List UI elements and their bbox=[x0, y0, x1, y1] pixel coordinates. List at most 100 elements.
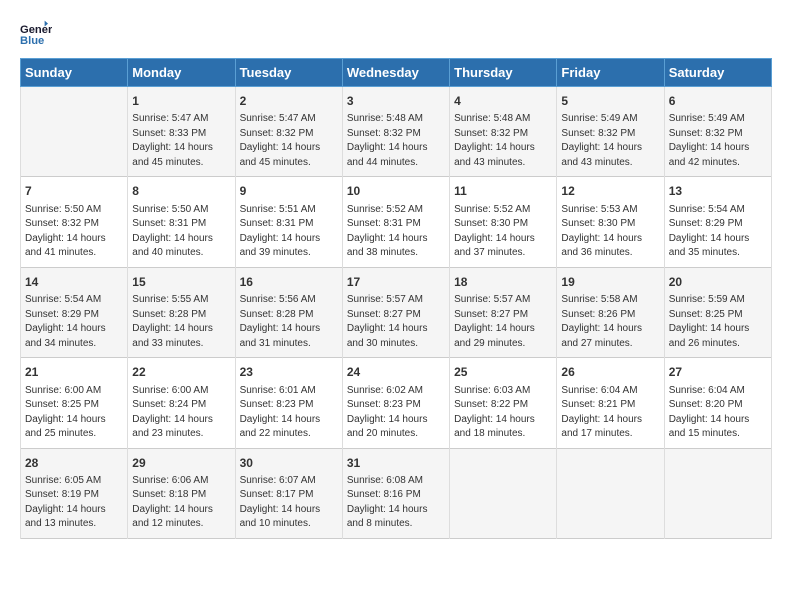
day-info: Sunrise: 5:56 AM Sunset: 8:28 PM Dayligh… bbox=[240, 293, 338, 351]
day-info: Sunrise: 5:50 AM Sunset: 8:32 PM Dayligh… bbox=[25, 203, 123, 261]
calendar-cell: 6 Sunrise: 5:49 AM Sunset: 8:32 PM Daylig… bbox=[664, 87, 771, 177]
calendar-cell: 15Sunrise: 5:55 AM Sunset: 8:28 PM Dayli… bbox=[128, 267, 235, 357]
calendar-cell: 11Sunrise: 5:52 AM Sunset: 8:30 PM Dayli… bbox=[450, 177, 557, 267]
day-number: 5 bbox=[561, 93, 659, 110]
calendar-cell bbox=[557, 448, 664, 538]
day-number: 25 bbox=[454, 364, 552, 381]
day-info: Sunrise: 5:50 AM Sunset: 8:31 PM Dayligh… bbox=[132, 203, 230, 261]
calendar-cell: 1 Sunrise: 5:47 AM Sunset: 8:33 PM Daylig… bbox=[128, 87, 235, 177]
day-info: Sunrise: 6:06 AM Sunset: 8:18 PM Dayligh… bbox=[132, 474, 230, 532]
day-info: Sunrise: 5:49 AM Sunset: 8:32 PM Dayligh… bbox=[561, 112, 659, 170]
logo: General Blue bbox=[20, 20, 56, 48]
calendar-cell: 24 Sunrise: 6:02 AM Sunset: 8:23 PM Dayli… bbox=[342, 358, 449, 448]
day-info: Sunrise: 5:54 AM Sunset: 8:29 PM Dayligh… bbox=[25, 293, 123, 351]
day-info: Sunrise: 6:01 AM Sunset: 8:23 PM Dayligh… bbox=[240, 384, 338, 442]
day-number: 7 bbox=[25, 183, 123, 200]
day-header-monday: Monday bbox=[128, 59, 235, 87]
calendar-cell: 7 Sunrise: 5:50 AM Sunset: 8:32 PM Daylig… bbox=[21, 177, 128, 267]
day-number: 30 bbox=[240, 455, 338, 472]
calendar-cell: 14 Sunrise: 5:54 AM Sunset: 8:29 PM Dayli… bbox=[21, 267, 128, 357]
calendar-cell: 4 Sunrise: 5:48 AM Sunset: 8:32 PM Daylig… bbox=[450, 87, 557, 177]
calendar-cell: 8 Sunrise: 5:50 AM Sunset: 8:31 PM Daylig… bbox=[128, 177, 235, 267]
calendar-cell: 20 Sunrise: 5:59 AM Sunset: 8:25 PM Dayli… bbox=[664, 267, 771, 357]
day-number: 10 bbox=[347, 183, 445, 200]
calendar-cell: 28Sunrise: 6:05 AM Sunset: 8:19 PM Dayli… bbox=[21, 448, 128, 538]
day-header-thursday: Thursday bbox=[450, 59, 557, 87]
day-header-saturday: Saturday bbox=[664, 59, 771, 87]
day-info: Sunrise: 5:57 AM Sunset: 8:27 PM Dayligh… bbox=[347, 293, 445, 351]
day-number: 14 bbox=[25, 274, 123, 291]
day-info: Sunrise: 6:07 AM Sunset: 8:17 PM Dayligh… bbox=[240, 474, 338, 532]
day-header-tuesday: Tuesday bbox=[235, 59, 342, 87]
calendar-cell bbox=[450, 448, 557, 538]
calendar-cell: 27 Sunrise: 6:04 AM Sunset: 8:20 PM Dayli… bbox=[664, 358, 771, 448]
day-info: Sunrise: 5:58 AM Sunset: 8:26 PM Dayligh… bbox=[561, 293, 659, 351]
day-info: Sunrise: 6:04 AM Sunset: 8:20 PM Dayligh… bbox=[669, 384, 767, 442]
day-number: 27 bbox=[669, 364, 767, 381]
day-info: Sunrise: 5:48 AM Sunset: 8:32 PM Dayligh… bbox=[454, 112, 552, 170]
svg-text:Blue: Blue bbox=[20, 35, 44, 47]
day-number: 12 bbox=[561, 183, 659, 200]
day-header-sunday: Sunday bbox=[21, 59, 128, 87]
day-info: Sunrise: 5:52 AM Sunset: 8:30 PM Dayligh… bbox=[454, 203, 552, 261]
day-info: Sunrise: 6:08 AM Sunset: 8:16 PM Dayligh… bbox=[347, 474, 445, 532]
week-row-5: 28Sunrise: 6:05 AM Sunset: 8:19 PM Dayli… bbox=[21, 448, 772, 538]
day-info: Sunrise: 6:02 AM Sunset: 8:23 PM Dayligh… bbox=[347, 384, 445, 442]
day-number: 31 bbox=[347, 455, 445, 472]
day-number: 6 bbox=[669, 93, 767, 110]
day-info: Sunrise: 5:57 AM Sunset: 8:27 PM Dayligh… bbox=[454, 293, 552, 351]
calendar-cell: 10 Sunrise: 5:52 AM Sunset: 8:31 PM Dayli… bbox=[342, 177, 449, 267]
calendar-cell: 21Sunrise: 6:00 AM Sunset: 8:25 PM Dayli… bbox=[21, 358, 128, 448]
day-info: Sunrise: 5:47 AM Sunset: 8:33 PM Dayligh… bbox=[132, 112, 230, 170]
day-number: 17 bbox=[347, 274, 445, 291]
day-info: Sunrise: 5:53 AM Sunset: 8:30 PM Dayligh… bbox=[561, 203, 659, 261]
day-info: Sunrise: 5:54 AM Sunset: 8:29 PM Dayligh… bbox=[669, 203, 767, 261]
day-number: 26 bbox=[561, 364, 659, 381]
calendar-cell: 17 Sunrise: 5:57 AM Sunset: 8:27 PM Dayli… bbox=[342, 267, 449, 357]
day-number: 9 bbox=[240, 183, 338, 200]
day-number: 8 bbox=[132, 183, 230, 200]
day-info: Sunrise: 6:03 AM Sunset: 8:22 PM Dayligh… bbox=[454, 384, 552, 442]
week-row-3: 14 Sunrise: 5:54 AM Sunset: 8:29 PM Dayli… bbox=[21, 267, 772, 357]
week-row-2: 7 Sunrise: 5:50 AM Sunset: 8:32 PM Daylig… bbox=[21, 177, 772, 267]
day-number: 1 bbox=[132, 93, 230, 110]
day-info: Sunrise: 5:49 AM Sunset: 8:32 PM Dayligh… bbox=[669, 112, 767, 170]
calendar-cell bbox=[664, 448, 771, 538]
day-info: Sunrise: 6:04 AM Sunset: 8:21 PM Dayligh… bbox=[561, 384, 659, 442]
calendar-cell: 5 Sunrise: 5:49 AM Sunset: 8:32 PM Daylig… bbox=[557, 87, 664, 177]
calendar-cell: 30 Sunrise: 6:07 AM Sunset: 8:17 PM Dayli… bbox=[235, 448, 342, 538]
week-row-4: 21Sunrise: 6:00 AM Sunset: 8:25 PM Dayli… bbox=[21, 358, 772, 448]
day-info: Sunrise: 5:52 AM Sunset: 8:31 PM Dayligh… bbox=[347, 203, 445, 261]
calendar-cell: 23 Sunrise: 6:01 AM Sunset: 8:23 PM Dayli… bbox=[235, 358, 342, 448]
day-number: 13 bbox=[669, 183, 767, 200]
day-number: 22 bbox=[132, 364, 230, 381]
week-row-1: 1 Sunrise: 5:47 AM Sunset: 8:33 PM Daylig… bbox=[21, 87, 772, 177]
day-number: 20 bbox=[669, 274, 767, 291]
day-info: Sunrise: 5:48 AM Sunset: 8:32 PM Dayligh… bbox=[347, 112, 445, 170]
calendar-cell: 25 Sunrise: 6:03 AM Sunset: 8:22 PM Dayli… bbox=[450, 358, 557, 448]
calendar-cell: 13 Sunrise: 5:54 AM Sunset: 8:29 PM Dayli… bbox=[664, 177, 771, 267]
calendar-table: SundayMondayTuesdayWednesdayThursdayFrid… bbox=[20, 58, 772, 539]
day-info: Sunrise: 5:51 AM Sunset: 8:31 PM Dayligh… bbox=[240, 203, 338, 261]
calendar-cell: 31 Sunrise: 6:08 AM Sunset: 8:16 PM Dayli… bbox=[342, 448, 449, 538]
day-info: Sunrise: 6:00 AM Sunset: 8:24 PM Dayligh… bbox=[132, 384, 230, 442]
day-header-friday: Friday bbox=[557, 59, 664, 87]
calendar-cell: 18 Sunrise: 5:57 AM Sunset: 8:27 PM Dayli… bbox=[450, 267, 557, 357]
day-number: 16 bbox=[240, 274, 338, 291]
day-info: Sunrise: 5:47 AM Sunset: 8:32 PM Dayligh… bbox=[240, 112, 338, 170]
svg-text:General: General bbox=[20, 24, 52, 36]
calendar-cell: 2Sunrise: 5:47 AM Sunset: 8:32 PM Daylig… bbox=[235, 87, 342, 177]
calendar-cell: 9 Sunrise: 5:51 AM Sunset: 8:31 PM Daylig… bbox=[235, 177, 342, 267]
calendar-cell: 19Sunrise: 5:58 AM Sunset: 8:26 PM Dayli… bbox=[557, 267, 664, 357]
calendar-cell: 12 Sunrise: 5:53 AM Sunset: 8:30 PM Dayli… bbox=[557, 177, 664, 267]
day-number: 3 bbox=[347, 93, 445, 110]
page-header: General Blue bbox=[20, 20, 772, 48]
day-number: 24 bbox=[347, 364, 445, 381]
day-info: Sunrise: 5:59 AM Sunset: 8:25 PM Dayligh… bbox=[669, 293, 767, 351]
day-number: 4 bbox=[454, 93, 552, 110]
calendar-cell: 22 Sunrise: 6:00 AM Sunset: 8:24 PM Dayli… bbox=[128, 358, 235, 448]
day-number: 28 bbox=[25, 455, 123, 472]
day-number: 23 bbox=[240, 364, 338, 381]
day-number: 18 bbox=[454, 274, 552, 291]
calendar-cell: 29Sunrise: 6:06 AM Sunset: 8:18 PM Dayli… bbox=[128, 448, 235, 538]
